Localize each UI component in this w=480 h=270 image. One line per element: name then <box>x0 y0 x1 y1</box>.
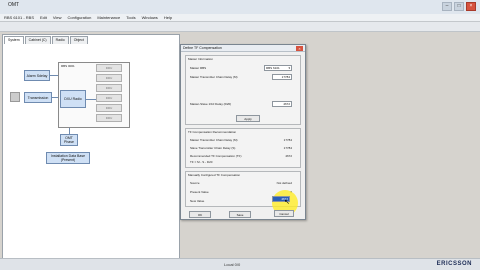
recommended-label: Recommended TF Compensation (TF) <box>190 154 242 158</box>
master-rbs-label: Master RBS <box>190 66 207 70</box>
chain-delay-label: Master Transmitter Chain Delay (M) <box>190 75 238 79</box>
menu-item-view[interactable]: View <box>53 14 62 21</box>
tab-cabinet[interactable]: Cabinet (C) <box>24 36 51 44</box>
radio-slot[interactable]: DRU <box>96 114 122 122</box>
maximize-button[interactable]: □ <box>454 2 464 11</box>
radio-slot[interactable]: DRU <box>96 74 122 82</box>
omt-node[interactable]: OMT Phase <box>60 134 78 146</box>
port-node[interactable] <box>10 92 20 102</box>
slave-chain-value: 17784 <box>283 146 292 150</box>
connector-line <box>50 75 58 76</box>
group-title: TF Compensation Recommendation <box>188 130 237 134</box>
tab-system[interactable]: System <box>4 36 24 44</box>
menu-item-maintenance[interactable]: Maintenance <box>97 14 120 21</box>
radio-slot[interactable]: DRU <box>96 104 122 112</box>
brand-logo: ERICSSON <box>436 261 472 267</box>
dialog-title-bar: Define TF Compensation × <box>181 45 305 52</box>
recommended-value: 4672 <box>285 154 292 158</box>
source-value: Not defined <box>276 181 292 185</box>
apply-button[interactable]: Apply <box>236 115 260 122</box>
menu-item-rbs[interactable]: RBS 6101 - RBS <box>4 14 34 21</box>
close-window-button[interactable]: × <box>466 2 476 11</box>
menu-item-tools[interactable]: Tools <box>126 14 135 21</box>
master-chain-value: 17784 <box>283 138 292 142</box>
alarm-node[interactable]: Alarm Sdelay <box>24 70 50 81</box>
installation-database-node[interactable]: Installation Data Base (Present) <box>46 152 90 164</box>
present-value-label: Present Value <box>190 190 209 194</box>
cancel-button[interactable]: Cancel <box>274 210 294 217</box>
menu-item-windows[interactable]: Windows <box>142 14 158 21</box>
transmission-node[interactable]: Transmission <box>24 92 52 103</box>
dialog-close-button[interactable]: × <box>296 46 303 51</box>
group-title: Manually Configured TF Compensation <box>188 173 241 177</box>
tab-object[interactable]: Object <box>69 36 88 44</box>
menu-bar: RBS 6101 - RBS Edit View Configuration M… <box>0 14 480 22</box>
formula-label: TF = M - S - D20 <box>190 160 213 164</box>
status-bar: Local 0/0 ERICSSON <box>0 258 480 270</box>
dialog-title: Define TF Compensation <box>183 46 222 50</box>
ok-button[interactable]: OK <box>189 211 211 218</box>
status-text: Local 0/0 <box>224 262 241 267</box>
master-information-group: Master Information Master RBS RBS 6101 ▾… <box>185 55 301 125</box>
master-rbs-value: RBS 6101 <box>266 66 280 70</box>
menu-item-configuration[interactable]: Configuration <box>68 14 92 21</box>
radio-slot[interactable]: DRU <box>96 64 122 72</box>
rbs-label: RBS 0001 <box>61 64 75 68</box>
chain-delay-field[interactable]: 17784 <box>272 74 292 80</box>
mouse-pointer-icon: ↖ <box>284 199 290 206</box>
master-rbs-select[interactable]: RBS 6101 ▾ <box>264 65 292 71</box>
minimize-button[interactable]: – <box>442 2 452 11</box>
tab-radio[interactable]: Radio <box>51 36 69 44</box>
master-chain-label: Master Transmitter Chain Delay (M) <box>190 138 238 142</box>
toolbar <box>0 22 480 32</box>
menu-item-edit[interactable]: Edit <box>40 14 47 21</box>
radio-slot[interactable]: DRU <box>96 84 122 92</box>
window-controls: – □ × <box>442 2 476 11</box>
cable-delay-label: Master-Slave 1/10 Delay (D20) <box>190 102 232 106</box>
connector-line <box>86 99 96 100</box>
dxu-node[interactable]: DXU Radio <box>60 90 86 108</box>
group-title: Master Information <box>188 57 214 61</box>
new-value-label: New Value <box>190 199 205 203</box>
save-button[interactable]: Save <box>229 211 251 218</box>
cable-delay-field[interactable]: 4672 <box>272 101 292 107</box>
view-tabs: System Cabinet (C) Radio Object <box>4 36 89 44</box>
menu-item-help[interactable]: Help <box>164 14 172 21</box>
title-bar: OMT – □ × <box>0 0 480 14</box>
radio-slot[interactable]: DRU <box>96 94 122 102</box>
source-label: Source <box>190 181 200 185</box>
recommendation-group: TF Compensation Recommendation Master Tr… <box>185 128 301 168</box>
app-title: OMT <box>8 2 20 8</box>
chevron-down-icon: ▾ <box>288 66 290 70</box>
slave-chain-label: Slave Transmitter Chain Delay (S) <box>190 146 236 150</box>
